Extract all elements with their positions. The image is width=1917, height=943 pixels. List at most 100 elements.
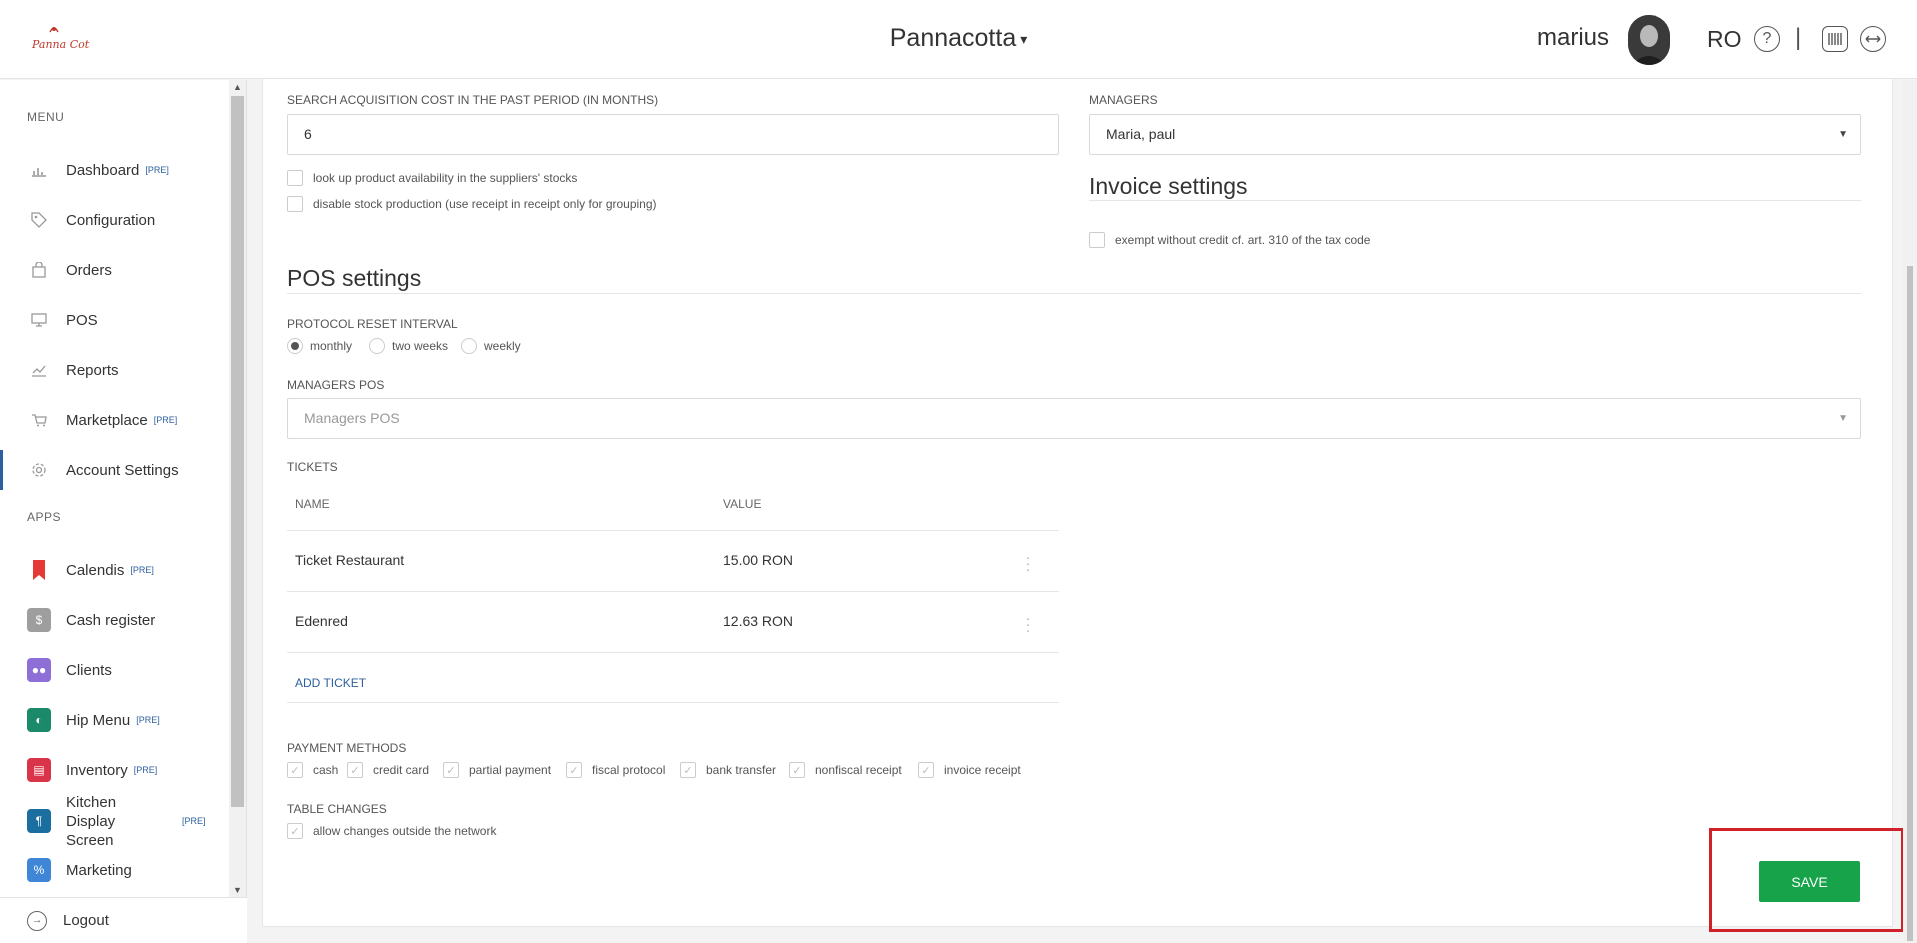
checkbox-label: bank transfer — [706, 763, 777, 777]
radio-button[interactable] — [461, 338, 477, 354]
disable-stock-production-checkbox[interactable]: disable stock production (use receipt in… — [287, 196, 657, 212]
sidebar-item-account-settings[interactable]: Account Settings — [0, 450, 228, 490]
checkbox-label: look up product availability in the supp… — [313, 171, 578, 185]
sidebar-item-marketplace[interactable]: Marketplace [PRE] — [0, 400, 228, 440]
more-vertical-icon[interactable]: · · · — [1023, 611, 1033, 637]
suppliers-stock-checkbox[interactable]: look up product availability in the supp… — [287, 170, 577, 186]
managers-pos-select[interactable]: Managers POS ▼ — [287, 398, 1861, 439]
checkbox[interactable]: ✓ — [680, 762, 696, 778]
payment-credit-card-checkbox[interactable]: ✓ credit card — [347, 762, 429, 778]
caret-down-icon: ▾ — [1020, 30, 1028, 47]
sidebar-app-clients[interactable]: ●● Clients — [0, 650, 228, 690]
checkbox[interactable] — [287, 170, 303, 186]
sidebar-item-reports[interactable]: Reports — [0, 350, 228, 390]
compass-icon: ◐ — [27, 708, 51, 732]
scroll-up-icon[interactable]: ▲ — [233, 82, 242, 92]
sidebar-item-orders[interactable]: Orders — [0, 250, 228, 290]
pos-settings-title: POS settings — [287, 265, 422, 291]
table-divider — [287, 652, 1059, 653]
checkbox[interactable]: ✓ — [287, 823, 303, 839]
ticket-name: Edenred — [295, 613, 348, 629]
pre-badge: [PRE] — [182, 816, 206, 826]
highlight-box — [1709, 828, 1904, 932]
help-icon[interactable]: ? — [1754, 26, 1780, 52]
payment-bank-transfer-checkbox[interactable]: ✓ bank transfer — [680, 762, 776, 778]
checkbox-label: disable stock production (use receipt in… — [313, 197, 657, 211]
checkbox[interactable]: ✓ — [443, 762, 459, 778]
settings-panel: SEARCH ACQUISITION COST IN THE PAST PERI… — [262, 79, 1893, 927]
checkbox-label: fiscal protocol — [592, 763, 666, 777]
top-bar: Panna Cotta Pannacotta▾ marius RO ? | — [0, 0, 1917, 79]
logout-button[interactable]: → Logout — [0, 897, 247, 943]
scroll-thumb[interactable] — [1907, 266, 1913, 941]
bookmark-icon — [27, 558, 51, 582]
line-chart-icon — [28, 359, 50, 381]
checkbox[interactable]: ✓ — [789, 762, 805, 778]
sidebar-item-configuration[interactable]: Configuration — [0, 200, 228, 240]
sidebar-item-pos[interactable]: POS — [0, 300, 228, 340]
sidebar-item-label: Reports — [66, 361, 119, 379]
managers-value: Maria, paul — [1106, 126, 1176, 142]
radio-two-weeks[interactable]: two weeks — [369, 338, 448, 354]
tax-exempt-checkbox[interactable]: exempt without credit cf. art. 310 of th… — [1089, 232, 1370, 248]
checkbox-label: partial payment — [469, 763, 552, 777]
allow-outside-network-checkbox[interactable]: ✓ allow changes outside the network — [287, 823, 496, 839]
sidebar-app-kitchen-display[interactable]: ¶ Kitchen Display Screen [PRE] — [0, 794, 228, 849]
protocol-reset-label: PROTOCOL RESET INTERVAL — [287, 317, 458, 331]
checkbox-label: credit card — [373, 763, 430, 777]
radio-label: weekly — [484, 339, 521, 353]
payment-invoice-receipt-checkbox[interactable]: ✓ invoice receipt — [918, 762, 1021, 778]
payment-fiscal-protocol-checkbox[interactable]: ✓ fiscal protocol — [566, 762, 665, 778]
sidebar-item-label: Configuration — [66, 211, 156, 229]
radio-monthly[interactable]: monthly — [287, 338, 352, 354]
checkbox-label: invoice receipt — [944, 763, 1021, 777]
checkbox[interactable] — [1089, 232, 1105, 248]
table-divider — [287, 530, 1059, 531]
barcode-icon[interactable] — [1822, 26, 1848, 52]
sidebar-app-inventory[interactable]: ▤ Inventory [PRE] — [0, 750, 228, 790]
fork-knife-icon: ¶ — [27, 809, 51, 833]
pre-badge: [PRE] — [130, 564, 154, 575]
managers-label: MANAGERS — [1089, 93, 1158, 107]
sidebar-item-dashboard[interactable]: Dashboard [PRE] — [0, 150, 228, 190]
arrows-horizontal-icon[interactable] — [1860, 26, 1886, 52]
users-icon: ●● — [27, 658, 51, 682]
checkbox[interactable]: ✓ — [566, 762, 582, 778]
sidebar-scrollbar[interactable]: ▲ ▼ — [229, 80, 246, 897]
user-name[interactable]: marius — [1537, 24, 1609, 52]
avatar[interactable] — [1628, 15, 1670, 65]
radio-weekly[interactable]: weekly — [461, 338, 521, 354]
sidebar-app-hip-menu[interactable]: ◐ Hip Menu [PRE] — [0, 700, 228, 740]
gear-icon — [28, 459, 50, 481]
pre-badge: [PRE] — [145, 164, 169, 175]
divider — [1089, 200, 1861, 201]
sidebar: MENU Dashboard [PRE] Configuration Orders… — [0, 80, 247, 943]
managers-select[interactable]: Maria, paul ▼ — [1089, 114, 1861, 155]
checkbox[interactable]: ✓ — [347, 762, 363, 778]
radio-button[interactable] — [369, 338, 385, 354]
payment-cash-checkbox[interactable]: ✓ cash — [287, 762, 338, 778]
acquisition-cost-input[interactable]: 6 — [287, 114, 1059, 155]
scroll-thumb[interactable] — [231, 96, 244, 807]
checkbox[interactable] — [287, 196, 303, 212]
checkbox[interactable]: ✓ — [918, 762, 934, 778]
more-vertical-icon[interactable]: · · · — [1023, 550, 1033, 576]
sidebar-app-marketing[interactable]: % Marketing — [0, 850, 228, 890]
sidebar-app-cash-register[interactable]: $ Cash register — [0, 600, 228, 640]
sidebar-app-calendis[interactable]: Calendis [PRE] — [0, 550, 228, 590]
invoice-settings-title: Invoice settings — [1089, 173, 1248, 199]
checkbox[interactable]: ✓ — [287, 762, 303, 778]
page-scrollbar[interactable] — [1903, 80, 1917, 943]
payment-partial-checkbox[interactable]: ✓ partial payment — [443, 762, 551, 778]
payment-nonfiscal-receipt-checkbox[interactable]: ✓ nonfiscal receipt — [789, 762, 902, 778]
language-selector[interactable]: RO — [1707, 26, 1742, 53]
acquisition-cost-label: SEARCH ACQUISITION COST IN THE PAST PERI… — [287, 93, 659, 107]
sidebar-item-label: Marketing — [66, 861, 132, 879]
ticket-value: 12.63 RON — [723, 613, 794, 629]
add-ticket-button[interactable]: ADD TICKET — [295, 676, 366, 690]
logout-icon: → — [27, 911, 47, 931]
checkbox-label: exempt without credit cf. art. 310 of th… — [1115, 233, 1371, 247]
radio-button[interactable] — [287, 338, 303, 354]
scroll-down-icon[interactable]: ▼ — [233, 885, 242, 895]
ticket-name: Ticket Restaurant — [295, 552, 405, 568]
